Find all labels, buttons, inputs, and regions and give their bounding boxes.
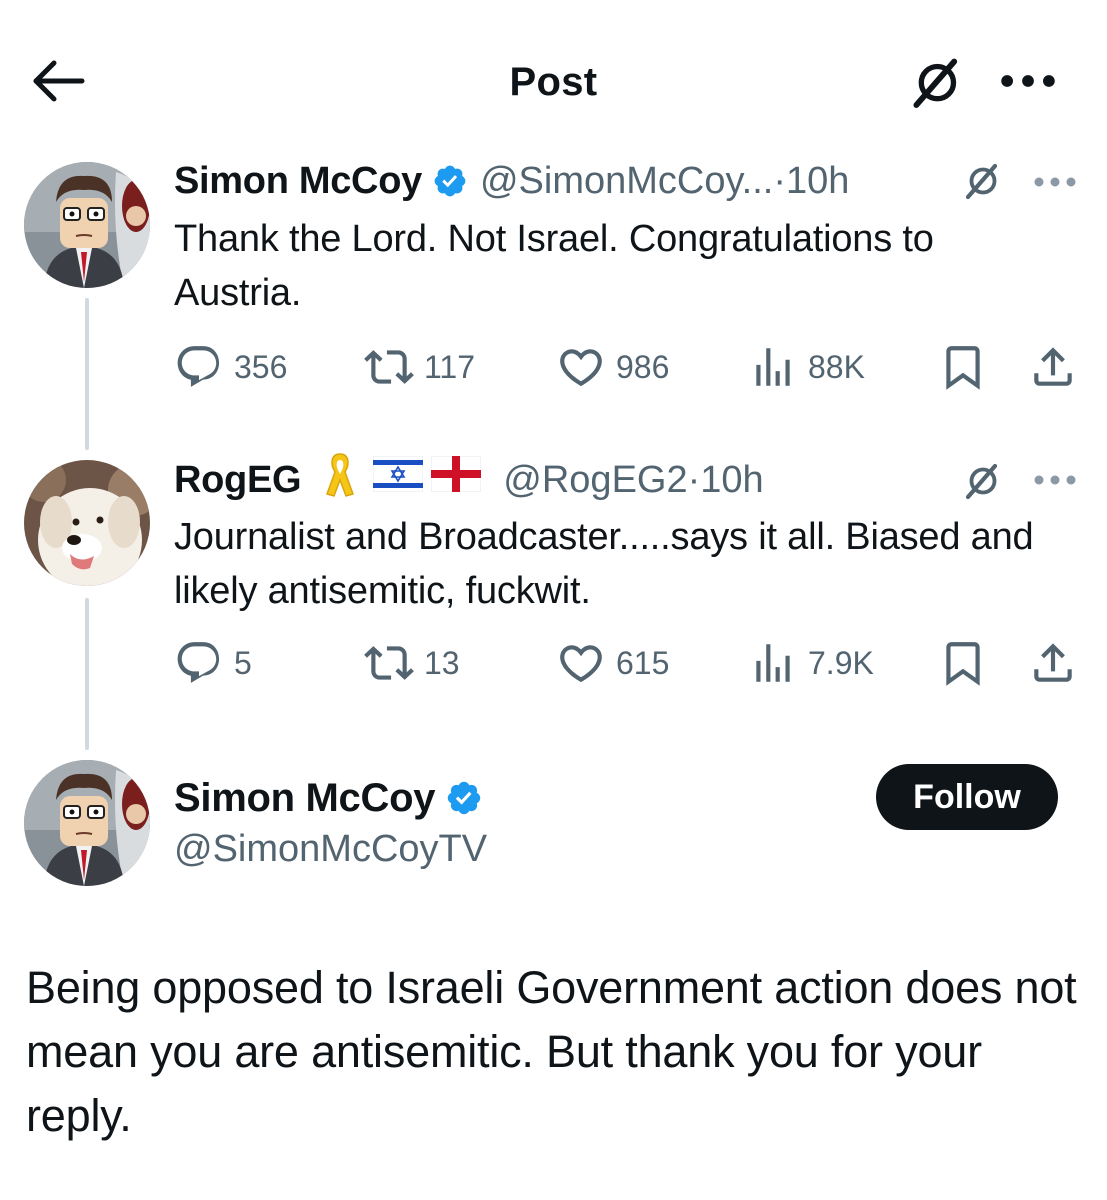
author-name-row: Simon McCoy: [174, 772, 483, 824]
tweet-text: Thank the Lord. Not Israel. Congratulati…: [174, 218, 934, 314]
views-icon: [748, 638, 798, 688]
more-horizontal-icon: [1032, 470, 1078, 490]
author-name[interactable]: Simon McCoy: [174, 772, 435, 824]
grok-button[interactable]: [962, 162, 1002, 207]
reply-button[interactable]: 5: [174, 638, 252, 688]
thread-line: [85, 298, 89, 450]
views-button[interactable]: 7.9K: [748, 638, 874, 688]
reply-icon: [174, 342, 224, 392]
tweet-text: Journalist and Broadcaster.....says it a…: [174, 516, 1034, 612]
avatar[interactable]: [24, 162, 150, 288]
grok-icon: [962, 462, 1002, 502]
more-options-button[interactable]: [1032, 172, 1078, 197]
timestamp[interactable]: ·10h: [688, 455, 764, 505]
like-button[interactable]: 986: [556, 342, 669, 392]
bookmark-icon: [938, 342, 988, 392]
reply-count: 356: [234, 348, 288, 385]
verified-badge-icon: [445, 779, 483, 817]
more-horizontal-icon: [1032, 172, 1078, 192]
more-options-button[interactable]: [998, 66, 1058, 96]
reply-button[interactable]: 356: [174, 342, 287, 392]
author-handle[interactable]: @RogEG2: [503, 455, 687, 505]
verified-badge-icon: [432, 163, 468, 199]
grok-button[interactable]: [962, 462, 1002, 507]
author-handle[interactable]: @SimonMcCoyTV: [174, 824, 487, 874]
tweet-header: Simon McCoy @SimonMcCoy... ·10h: [174, 156, 849, 206]
post-text: Being opposed to Israeli Government acti…: [26, 962, 1077, 1141]
tweet-header: RogEG @RogEG2 ·10h: [174, 452, 764, 505]
share-icon: [1028, 342, 1078, 392]
repost-icon: [364, 342, 414, 392]
like-button[interactable]: 615: [556, 638, 669, 688]
author-name[interactable]: RogEG: [174, 455, 302, 505]
views-button[interactable]: 88K: [748, 342, 865, 392]
bookmark-icon: [938, 638, 988, 688]
like-count: 986: [616, 348, 670, 385]
view-count: 88K: [808, 348, 865, 385]
repost-count: 13: [424, 644, 460, 681]
author-handle[interactable]: @SimonMcCoy...: [480, 156, 773, 206]
view-count: 7.9K: [808, 644, 874, 681]
share-icon: [1028, 638, 1078, 688]
repost-count: 117: [424, 348, 476, 385]
share-button[interactable]: [1028, 342, 1088, 392]
grok-button[interactable]: [904, 56, 968, 112]
yellow-ribbon-icon: [323, 450, 357, 511]
more-horizontal-icon: [998, 66, 1058, 96]
heart-icon: [556, 638, 606, 688]
bookmark-button[interactable]: [938, 342, 998, 392]
bookmark-button[interactable]: [938, 638, 998, 688]
share-button[interactable]: [1028, 638, 1088, 688]
thread-line: [85, 598, 89, 750]
reply-icon: [174, 638, 224, 688]
follow-button[interactable]: Follow: [876, 764, 1058, 830]
timestamp[interactable]: ·10h: [773, 156, 849, 206]
repost-button[interactable]: 117: [364, 342, 475, 392]
views-icon: [748, 342, 798, 392]
reply-count: 5: [234, 644, 252, 681]
israel-flag-icon: [372, 455, 424, 505]
grok-icon: [904, 56, 968, 112]
avatar[interactable]: [24, 760, 150, 886]
more-options-button[interactable]: [1032, 470, 1078, 495]
like-count: 615: [616, 644, 670, 681]
repost-icon: [364, 638, 414, 688]
grok-icon: [962, 162, 1002, 202]
repost-button[interactable]: 13: [364, 638, 460, 688]
england-flag-icon: [430, 455, 482, 505]
author-name[interactable]: Simon McCoy: [174, 156, 422, 206]
heart-icon: [556, 342, 606, 392]
avatar[interactable]: [24, 460, 150, 586]
